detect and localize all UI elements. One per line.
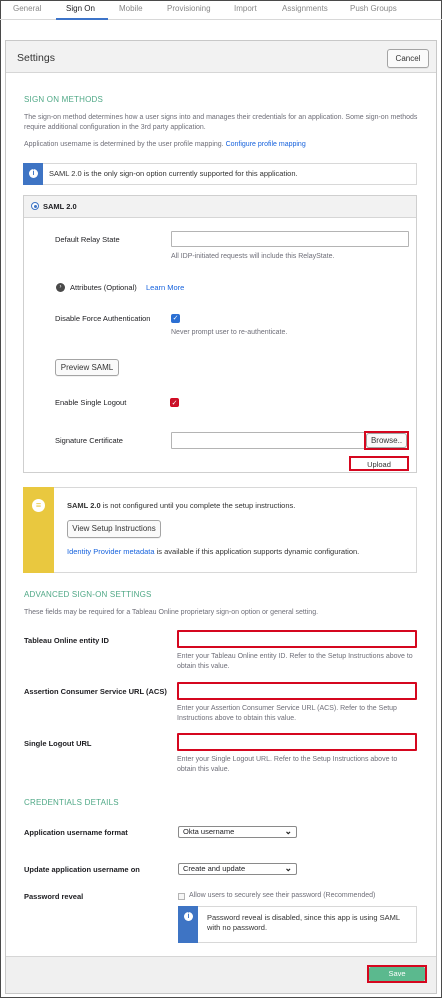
cancel-button[interactable]: Cancel [387,49,429,68]
tab-bar: General Sign On Mobile Provisioning Impo… [0,0,442,20]
info-icon: i [184,912,193,921]
single-logout-label: Enable Single Logout [55,398,127,407]
advanced-settings-description: These fields may be required for a Table… [24,609,319,616]
settings-title: Settings [17,52,55,64]
entity-id-help: Enter your Tableau Online entity ID. Ref… [177,653,413,670]
preview-saml-button[interactable]: Preview SAML [55,359,119,376]
relay-state-help: All IDP-initiated requests will include … [171,253,335,260]
credentials-title: CREDENTIALS DETAILS [24,798,119,807]
entity-id-input[interactable] [177,630,417,648]
saml-method-header [24,196,416,218]
metadata-text: Identity Provider metadata is available … [67,547,359,556]
password-reveal-checkbox-label: Allow users to securely see their passwo… [189,892,376,899]
upload-button[interactable]: Upload [351,460,407,469]
list-icon: ≡ [32,499,45,512]
single-logout-checkbox[interactable]: ✓ [170,398,179,407]
tab-push-groups[interactable]: Push Groups [350,4,397,13]
learn-more-link[interactable]: Learn More [146,283,184,292]
username-format-label: Application username format [24,828,128,837]
username-mapping-text: Application username is determined by th… [24,140,422,150]
password-reveal-checkbox[interactable] [178,893,185,900]
acs-url-input[interactable] [177,682,417,700]
browse-button[interactable]: Browse.. [366,433,407,448]
force-auth-checkbox[interactable]: ✓ [171,314,180,323]
update-username-select[interactable]: Create and update ⌄ [178,863,297,875]
setup-notice-text: SAML 2.0 is not configured until you com… [67,501,295,510]
sign-on-description: The sign-on method determines how a user… [24,114,418,131]
password-reveal-info-text: Password reveal is disabled, since this … [207,913,400,932]
view-setup-instructions-button[interactable]: View Setup Instructions [67,520,161,538]
tab-general[interactable]: General [13,4,41,13]
single-logout-url-input[interactable] [177,733,417,751]
mapping-text: Application username is determined by th… [24,141,224,148]
acs-url-help: Enter your Assertion Consumer Service UR… [177,705,397,722]
chevron-down-icon: ⌄ [284,826,292,836]
signature-certificate-label: Signature Certificate [55,436,123,445]
setup-notice-rest: is not configured until you complete the… [100,501,296,510]
saml-info-text: SAML 2.0 is the only sign-on option curr… [49,169,298,178]
setup-notice-strong: SAML 2.0 [67,501,101,510]
tab-sign-on[interactable]: Sign On [66,4,95,13]
active-tab-indicator [56,18,108,20]
saml-method-label: SAML 2.0 [43,202,77,211]
single-logout-url-label: Single Logout URL [24,739,92,748]
force-auth-label: Disable Force Authentication [55,314,151,323]
attributes-label: Attributes (Optional) [70,283,137,292]
expand-chevron-icon[interactable]: › [56,283,65,292]
acs-url-label: Assertion Consumer Service URL (ACS) [24,687,167,696]
relay-state-input[interactable] [171,231,409,247]
saml-radio-button[interactable] [31,202,39,210]
single-logout-url-help: Enter your Single Logout URL. Refer to t… [177,756,398,773]
tab-import[interactable]: Import [234,4,257,13]
update-username-value: Create and update [183,864,246,873]
update-username-label: Update application username on [24,865,140,874]
entity-id-label: Tableau Online entity ID [24,636,109,645]
info-icon: i [29,169,38,178]
password-reveal-label: Password reveal [24,892,84,901]
sign-on-methods-title: SIGN ON METHODS [24,95,104,104]
username-format-select[interactable]: Okta username ⌄ [178,826,297,838]
tab-mobile[interactable]: Mobile [119,4,143,13]
tab-assignments[interactable]: Assignments [282,4,328,13]
chevron-down-icon: ⌄ [284,863,292,873]
relay-state-label: Default Relay State [55,235,120,244]
identity-provider-metadata-link[interactable]: Identity Provider metadata [67,547,155,556]
username-format-value: Okta username [183,827,235,836]
configure-profile-mapping-link[interactable]: Configure profile mapping [226,141,306,148]
metadata-rest: is available if this application support… [154,547,360,556]
settings-header [6,41,436,73]
advanced-settings-title: ADVANCED SIGN-ON SETTINGS [24,590,152,599]
tab-provisioning[interactable]: Provisioning [167,4,211,13]
force-auth-help: Never prompt user to re-authenticate. [171,329,288,336]
save-button[interactable]: Save [369,967,425,981]
